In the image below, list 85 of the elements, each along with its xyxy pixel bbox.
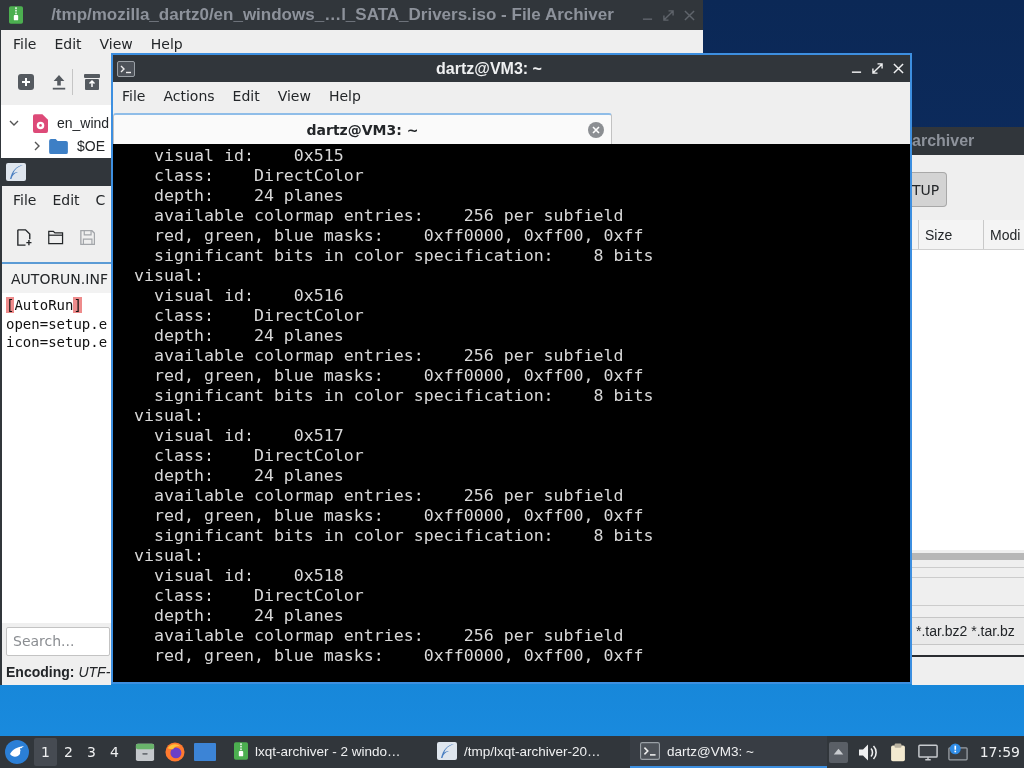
code-line: open=setup.e [5, 314, 108, 333]
file-cabinet-icon[interactable] [134, 742, 156, 762]
notification-icon[interactable] [947, 742, 968, 762]
column-heading[interactable]: Size [918, 220, 983, 249]
terminal-icon [117, 60, 135, 77]
upload-icon[interactable] [51, 73, 67, 90]
terminal-line: significant bits in color specification: 8 bits [154, 526, 654, 545]
start-menu-icon[interactable] [5, 740, 29, 764]
caret-up-icon[interactable] [828, 741, 848, 763]
terminal-icon [640, 742, 660, 760]
encoding-label: Encoding: [6, 664, 75, 680]
menu-item[interactable]: File [4, 33, 46, 55]
monitor-icon[interactable] [917, 742, 938, 762]
terminal-line: visual id: 0x516 [154, 286, 344, 305]
menu-item[interactable]: Edit [44, 189, 88, 211]
browser-icon[interactable] [164, 742, 186, 762]
menu-item[interactable]: Edit [223, 85, 269, 107]
terminal-line: available colormap entries: 256 per subfield [154, 346, 624, 365]
window-title: dartz@VM3: ~ [435, 59, 543, 78]
workspace-button[interactable]: 1 [34, 738, 57, 766]
new-file-icon[interactable] [17, 227, 33, 247]
caret-right-icon[interactable] [34, 141, 40, 151]
terminal-line: class: DirectColor [154, 446, 364, 465]
workspace-button[interactable]: 4 [103, 738, 126, 766]
terminal-line: depth: 24 planes [154, 186, 344, 205]
terminal-line: visual: [134, 546, 204, 565]
feather-icon [437, 742, 457, 760]
menu-item[interactable]: File [113, 85, 155, 107]
archive-file-icon [9, 6, 23, 24]
menu-item[interactable]: View [268, 85, 320, 107]
menu-item[interactable]: View [90, 33, 142, 55]
terminal-line: visual: [134, 266, 204, 285]
column-heading[interactable]: Modi [983, 220, 1024, 249]
window-title: archiver [912, 132, 975, 150]
terminal-line: red, green, blue masks: 0xff0000, 0xff00, 0xff [154, 226, 644, 245]
clock: 17:59 [979, 744, 1020, 760]
terminal-line: depth: 24 planes [154, 606, 344, 625]
speaker-icon[interactable] [857, 742, 878, 762]
terminal-line: class: DirectColor [154, 306, 364, 325]
search-field[interactable]: Search... [6, 626, 110, 656]
disc-file-icon [33, 113, 48, 133]
terminal-line: available colormap entries: 256 per subfield [154, 486, 624, 505]
terminal-line: class: DirectColor [154, 586, 364, 605]
archive-box-icon[interactable] [84, 73, 100, 90]
terminal-tab[interactable]: dartz@VM3: ~ [113, 113, 612, 144]
add-file-icon[interactable] [18, 73, 34, 90]
menu-item[interactable]: C [87, 189, 111, 211]
terminal-line: red, green, blue masks: 0xff0000, 0xff00, 0xff [154, 506, 644, 525]
menu-item[interactable]: File [5, 189, 45, 211]
feather-icon [6, 163, 26, 181]
code-line: icon=setup.e [5, 333, 108, 352]
terminal-line: significant bits in color specification: 8 bits [154, 386, 654, 405]
task-button[interactable]: lxqt-archiver - 2 windo… [224, 736, 421, 768]
terminal-line: depth: 24 planes [154, 466, 344, 485]
window-tile-icon[interactable] [194, 742, 216, 762]
terminal-line: significant bits in color specification: 8 bits [154, 246, 654, 265]
terminal-line: visual id: 0x517 [154, 426, 344, 445]
archive-file-icon [234, 742, 248, 760]
horizontal-scrollbar[interactable] [912, 553, 1024, 560]
workspace-button[interactable]: 3 [80, 738, 103, 766]
terminal-line: visual id: 0x515 [154, 146, 344, 165]
tree-item-label[interactable]: $OE [77, 138, 105, 154]
menu-item[interactable]: Help [141, 33, 192, 55]
path-button[interactable]: TUP [912, 172, 948, 207]
terminal-line: available colormap entries: 256 per subfield [154, 626, 624, 645]
task-button[interactable]: dartz@VM3: ~ [630, 736, 827, 768]
terminal-line: visual: [134, 406, 204, 425]
menu-item[interactable]: Help [319, 85, 370, 107]
terminal-line: available colormap entries: 256 per subfield [154, 206, 624, 225]
caret-down-icon[interactable] [9, 120, 19, 126]
window-title: /tmp/mozilla_dartz0/en_windows_…l_SATA_Drivers.iso - File Archiver [50, 5, 615, 25]
terminal-line: class: DirectColor [154, 166, 364, 185]
folder-icon [49, 138, 68, 154]
workspace-button[interactable]: 2 [57, 738, 80, 766]
code-line: [AutoRun] [5, 296, 82, 315]
terminal-line: depth: 24 planes [154, 326, 344, 345]
menu-item[interactable]: Actions [154, 85, 224, 107]
terminal-line: red, green, blue masks: 0xff0000, 0xff00, 0xff [154, 366, 644, 385]
encoding-value: UTF- [78, 664, 111, 680]
file-type-filter[interactable]: *.tar.bz2 *.tar.bz [912, 617, 1024, 645]
tree-item-label[interactable]: en_wind [57, 115, 110, 131]
task-button[interactable]: /tmp/lxqt-archiver-20… [427, 736, 624, 768]
terminal-line: visual id: 0x518 [154, 566, 344, 585]
menu-item[interactable]: Edit [45, 33, 91, 55]
terminal-line: red, green, blue masks: 0xff0000, 0xff00, 0xff [154, 646, 644, 665]
